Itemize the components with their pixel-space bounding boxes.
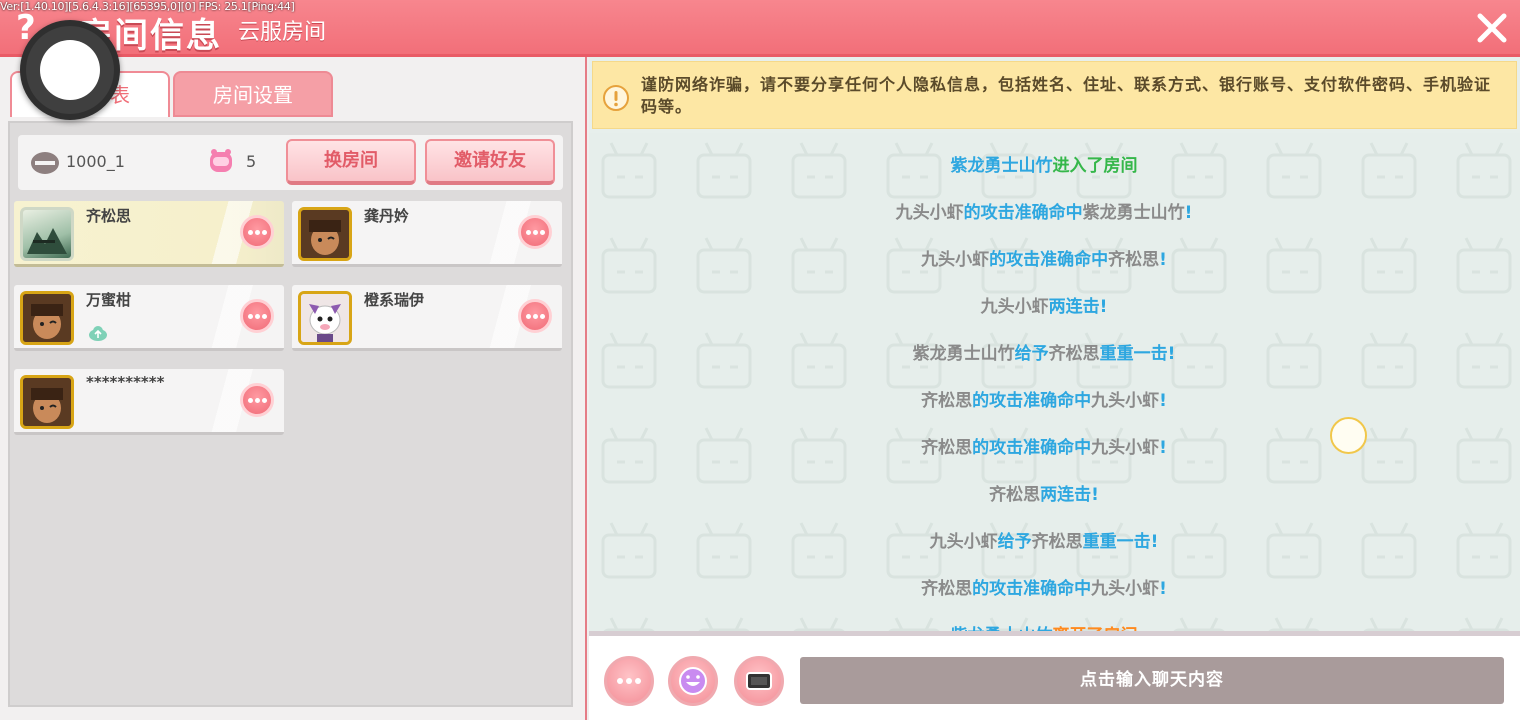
chat-message-part: 紫龙勇士山竹 bbox=[912, 344, 1015, 364]
room-id: 1000_1 bbox=[66, 152, 125, 171]
chat-message-part: 重重一击 bbox=[1082, 532, 1151, 552]
avatar bbox=[298, 207, 352, 261]
avatar bbox=[20, 375, 74, 429]
chat-message-part: 齐松思 bbox=[1048, 344, 1100, 364]
player-count: 5 bbox=[246, 152, 257, 171]
more-options-icon[interactable] bbox=[518, 215, 552, 249]
room-icon bbox=[31, 152, 59, 174]
chat-message-part: 九头小虾 bbox=[895, 203, 964, 223]
more-options-icon[interactable] bbox=[604, 656, 654, 706]
avatar bbox=[20, 291, 74, 345]
chat-message-part: 给予 bbox=[997, 532, 1032, 552]
cloud-server-icon bbox=[89, 326, 107, 341]
more-options-icon[interactable] bbox=[240, 299, 274, 333]
chat-message-part: ! bbox=[1159, 250, 1167, 270]
player-card[interactable]: 龚丹妗 bbox=[292, 201, 562, 267]
page-subtitle: 云服房间 bbox=[238, 20, 327, 45]
chat-message-part: ! bbox=[1167, 344, 1176, 364]
chat-message: 紫龙勇士山竹进入了房间 bbox=[589, 151, 1499, 176]
chat-message: 九头小虾的攻击准确命中紫龙勇士山竹! bbox=[589, 198, 1499, 223]
more-options-icon[interactable] bbox=[518, 299, 552, 333]
chat-message-part: ! bbox=[1099, 297, 1108, 317]
chat-message-part: ! bbox=[1159, 391, 1167, 411]
chat-message-part: ! bbox=[1091, 485, 1099, 505]
chat-message: 齐松思两连击! bbox=[589, 480, 1499, 505]
chat-message-part: 齐松思 bbox=[989, 485, 1041, 505]
chat-message-part: 九头小虾 bbox=[1091, 438, 1160, 458]
avatar bbox=[20, 207, 74, 261]
player-count-icon bbox=[210, 149, 232, 172]
anti-fraud-notice: 谨防网络诈骗，请不要分享任何个人隐私信息，包括姓名、住址、联系方式、银行账号、支… bbox=[592, 61, 1517, 129]
chat-message: 九头小虾两连击! bbox=[589, 292, 1499, 317]
chat-message-part: 齐松思 bbox=[1108, 250, 1160, 270]
touch-indicator bbox=[1330, 417, 1367, 454]
chat-message-part: 进入了房间 bbox=[1052, 156, 1138, 176]
tab-room-settings[interactable]: 房间设置 bbox=[173, 71, 333, 117]
chat-panel: 谨防网络诈骗，请不要分享任何个人隐私信息，包括姓名、住址、联系方式、银行账号、支… bbox=[589, 57, 1520, 720]
avatar bbox=[298, 291, 352, 345]
chat-message: 九头小虾的攻击准确命中齐松思! bbox=[589, 245, 1499, 270]
chat-message: 齐松思的攻击准确命中九头小虾! bbox=[589, 386, 1499, 411]
chat-message: 紫龙勇士山竹给予齐松思重重一击! bbox=[589, 339, 1499, 364]
player-name: 橙系瑞伊 bbox=[364, 291, 425, 309]
chat-log[interactable]: 紫龙勇士山竹进入了房间 九头小虾的攻击准确命中紫龙勇士山竹! 九头小虾的攻击准确命中… bbox=[589, 133, 1520, 631]
floating-assistive-ball[interactable] bbox=[20, 20, 120, 120]
chat-message-part: 的攻击准确命中 bbox=[972, 579, 1092, 599]
player-card[interactable]: 齐松思 bbox=[14, 201, 284, 267]
chat-message-part: 的攻击准确命中 bbox=[972, 391, 1092, 411]
chat-input-field[interactable]: 点击输入聊天内容 bbox=[800, 657, 1504, 704]
player-name: 齐松思 bbox=[86, 207, 132, 225]
chat-message: 紫龙勇士山竹离开了房间 bbox=[589, 621, 1499, 631]
notice-text: 谨防网络诈骗，请不要分享任何个人隐私信息，包括姓名、住址、联系方式、银行账号、支… bbox=[641, 75, 1492, 116]
chat-message-part: 重重一击 bbox=[1099, 344, 1168, 364]
chat-message-part: 九头小虾 bbox=[1091, 579, 1160, 599]
chat-message-part: 齐松思 bbox=[921, 579, 973, 599]
player-list-panel: 表 房间设置 1000_1 5 换房间 邀请好友 齐松思 龚丹妗 万蜜柑 橙系瑞… bbox=[0, 57, 587, 720]
chat-message-part: 九头小虾 bbox=[921, 250, 990, 270]
chat-message: 齐松思的攻击准确命中九头小虾! bbox=[589, 574, 1499, 599]
chat-message-part: ! bbox=[1159, 579, 1167, 599]
chat-message-part: 九头小虾 bbox=[980, 297, 1049, 317]
emoji-icon[interactable] bbox=[668, 656, 718, 706]
invite-friends-button[interactable]: 邀请好友 bbox=[425, 139, 555, 185]
chat-message-part: 齐松思 bbox=[921, 391, 973, 411]
player-list-area: 1000_1 5 换房间 邀请好友 齐松思 龚丹妗 万蜜柑 橙系瑞伊 *****… bbox=[8, 121, 573, 707]
chat-message-part: 的攻击准确命中 bbox=[989, 250, 1109, 270]
chat-message-part: 紫龙勇士山竹 bbox=[950, 156, 1053, 176]
close-icon[interactable] bbox=[1472, 8, 1512, 48]
chat-message-part: 齐松思 bbox=[921, 438, 973, 458]
chat-message-part: 两连击 bbox=[1048, 297, 1100, 317]
chat-input-bar: 点击输入聊天内容 bbox=[589, 631, 1520, 720]
chat-message-part: ! bbox=[1159, 438, 1167, 458]
chat-message-part: 紫龙勇士山竹 bbox=[1082, 203, 1185, 223]
chat-message-part: 齐松思 bbox=[1031, 532, 1083, 552]
chat-message-part: ! bbox=[1150, 532, 1159, 552]
player-name: ********** bbox=[86, 373, 165, 391]
chat-message-part: 给予 bbox=[1014, 344, 1049, 364]
chat-message: 九头小虾给予齐松思重重一击! bbox=[589, 527, 1499, 552]
player-name: 万蜜柑 bbox=[86, 291, 132, 309]
player-card[interactable]: 万蜜柑 bbox=[14, 285, 284, 351]
chat-message-part: 的攻击准确命中 bbox=[972, 438, 1092, 458]
chat-message-part: 的攻击准确命中 bbox=[963, 203, 1083, 223]
room-info-bar: 1000_1 5 换房间 邀请好友 bbox=[18, 135, 563, 190]
more-options-icon[interactable] bbox=[240, 383, 274, 417]
more-options-icon[interactable] bbox=[240, 215, 274, 249]
change-room-button[interactable]: 换房间 bbox=[286, 139, 416, 185]
quick-phrase-icon[interactable] bbox=[734, 656, 784, 706]
player-name: 龚丹妗 bbox=[364, 207, 410, 225]
chat-message-part: 九头小虾 bbox=[929, 532, 998, 552]
chat-message-part: 九头小虾 bbox=[1091, 391, 1160, 411]
title-bar: Ver:[1.40.10][5.6.4.3:16][65395,0][0] FP… bbox=[0, 0, 1520, 57]
chat-message-part: 两连击 bbox=[1040, 485, 1092, 505]
player-card[interactable]: ********** bbox=[14, 369, 284, 435]
player-card[interactable]: 橙系瑞伊 bbox=[292, 285, 562, 351]
warning-icon bbox=[603, 85, 629, 111]
chat-message-part: ! bbox=[1184, 203, 1193, 223]
